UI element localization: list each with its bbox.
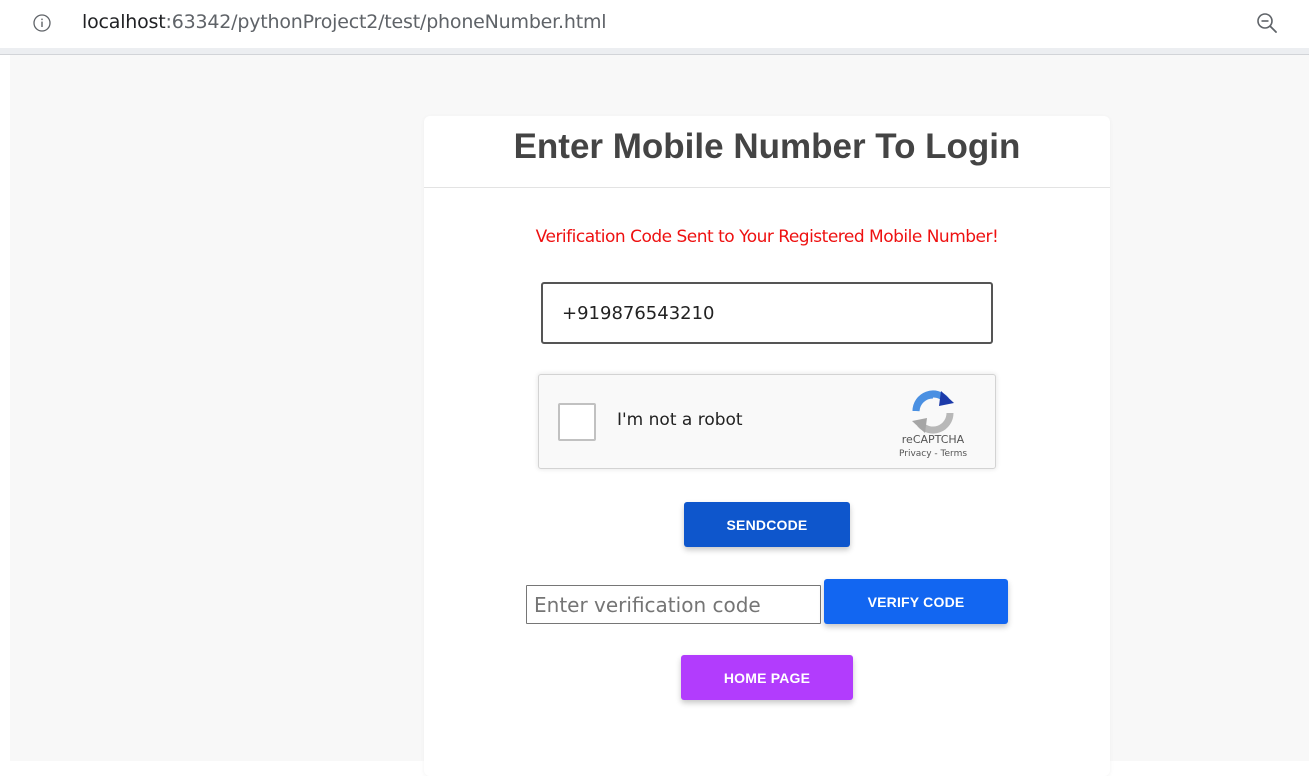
toolbar-divider [0,48,1309,55]
browser-address-bar: localhost:63342/pythonProject2/test/phon… [0,0,1309,48]
recaptcha-brand: reCAPTCHA [901,433,965,446]
home-page-button[interactable]: HOME PAGE [681,655,853,700]
recaptcha-widget: I'm not a robot reCAPTCHA Privacy - Term… [538,374,996,469]
send-code-button[interactable]: SENDCODE [684,502,850,547]
url-host: localhost [82,11,166,33]
phone-number-input[interactable] [541,282,993,344]
card-header: Enter Mobile Number To Login [424,116,1110,188]
page-background: Enter Mobile Number To Login Verificatio… [10,55,1309,776]
info-icon[interactable] [33,14,51,32]
recaptcha-logo-icon [912,390,954,434]
verification-code-input[interactable] [526,585,821,624]
url-path: :63342/pythonProject2/test/phoneNumber.h… [165,11,607,33]
zoom-out-icon[interactable] [1256,12,1278,34]
page-title: Enter Mobile Number To Login [513,127,1021,166]
recaptcha-checkbox[interactable] [558,403,596,441]
login-card: Enter Mobile Number To Login Verificatio… [424,116,1110,776]
recaptcha-label: I'm not a robot [617,410,743,430]
status-message: Verification Code Sent to Your Registere… [535,227,999,247]
recaptcha-privacy-terms[interactable]: Privacy - Terms [878,449,988,459]
verify-code-button[interactable]: VERIFY CODE [824,579,1008,624]
url-text[interactable]: localhost:63342/pythonProject2/test/phon… [82,11,607,33]
